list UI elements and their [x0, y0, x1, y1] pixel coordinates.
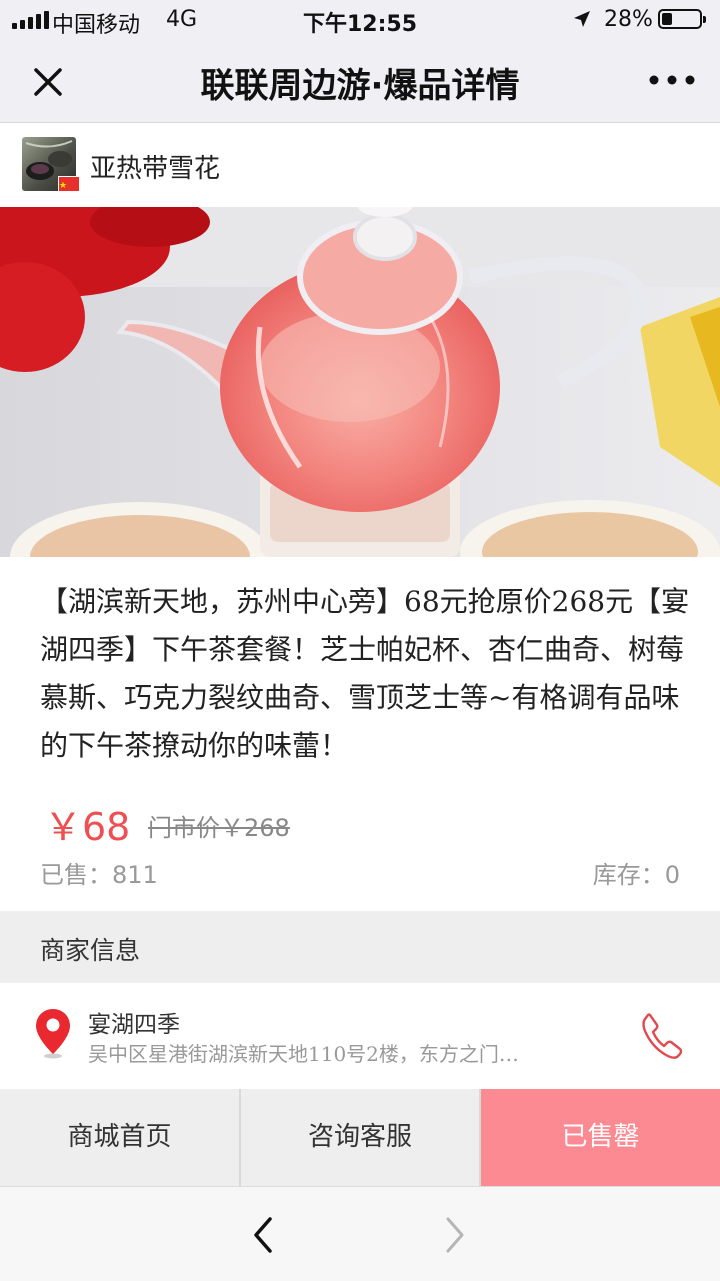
more-dots-icon[interactable]: [648, 70, 696, 90]
status-bar: 中国移动 4G 下午12:55 28%: [0, 0, 720, 40]
merchant-name: 宴湖四季: [88, 1012, 180, 1038]
product-photo: [0, 207, 720, 557]
customer-service-button[interactable]: 咨询客服: [241, 1089, 479, 1186]
sold-out-button: 已售罄: [481, 1089, 720, 1186]
chevron-right-icon: [446, 1217, 464, 1253]
sold-count: 已售：811: [40, 861, 158, 889]
webview-nav-bar: [0, 1186, 720, 1281]
mall-home-button[interactable]: 商城首页: [0, 1089, 239, 1186]
battery-icon: [658, 9, 706, 29]
shop-name[interactable]: 亚热带雪花: [90, 148, 220, 185]
original-price: 门市价￥268: [148, 814, 290, 842]
page-title: 联联周边游·爆品详情: [200, 66, 520, 106]
navigation-bar: 联联周边游·爆品详情: [0, 40, 720, 123]
merchant-address: 吴中区星港街湖滨新天地110号2楼，东方之门…: [88, 1042, 519, 1066]
stock-count: 库存：0: [592, 861, 680, 889]
shop-header[interactable]: 亚热带雪花: [0, 123, 720, 207]
bottom-action-bar: 商城首页 咨询客服 已售罄: [0, 1089, 720, 1186]
location-arrow-icon: [574, 11, 590, 27]
battery-percent: 28%: [604, 7, 653, 32]
chevron-left-icon[interactable]: [248, 1215, 278, 1255]
product-image-carousel[interactable]: [0, 207, 720, 557]
product-title: 【湖滨新天地，苏州中心旁】68元抢原价268元【宴湖四季】下午茶套餐！芝士帕妃杯…: [40, 585, 690, 762]
china-flag-icon: [58, 176, 80, 192]
phone-icon[interactable]: [640, 1011, 684, 1059]
location-pin-icon: [36, 1009, 70, 1059]
merchant-info-header: 商家信息: [0, 911, 720, 983]
merchant-info-label: 商家信息: [40, 936, 141, 965]
sale-price: ￥68: [44, 805, 131, 849]
merchant-card[interactable]: 宴湖四季 吴中区星港街湖滨新天地110号2楼，东方之门…: [0, 983, 720, 1089]
